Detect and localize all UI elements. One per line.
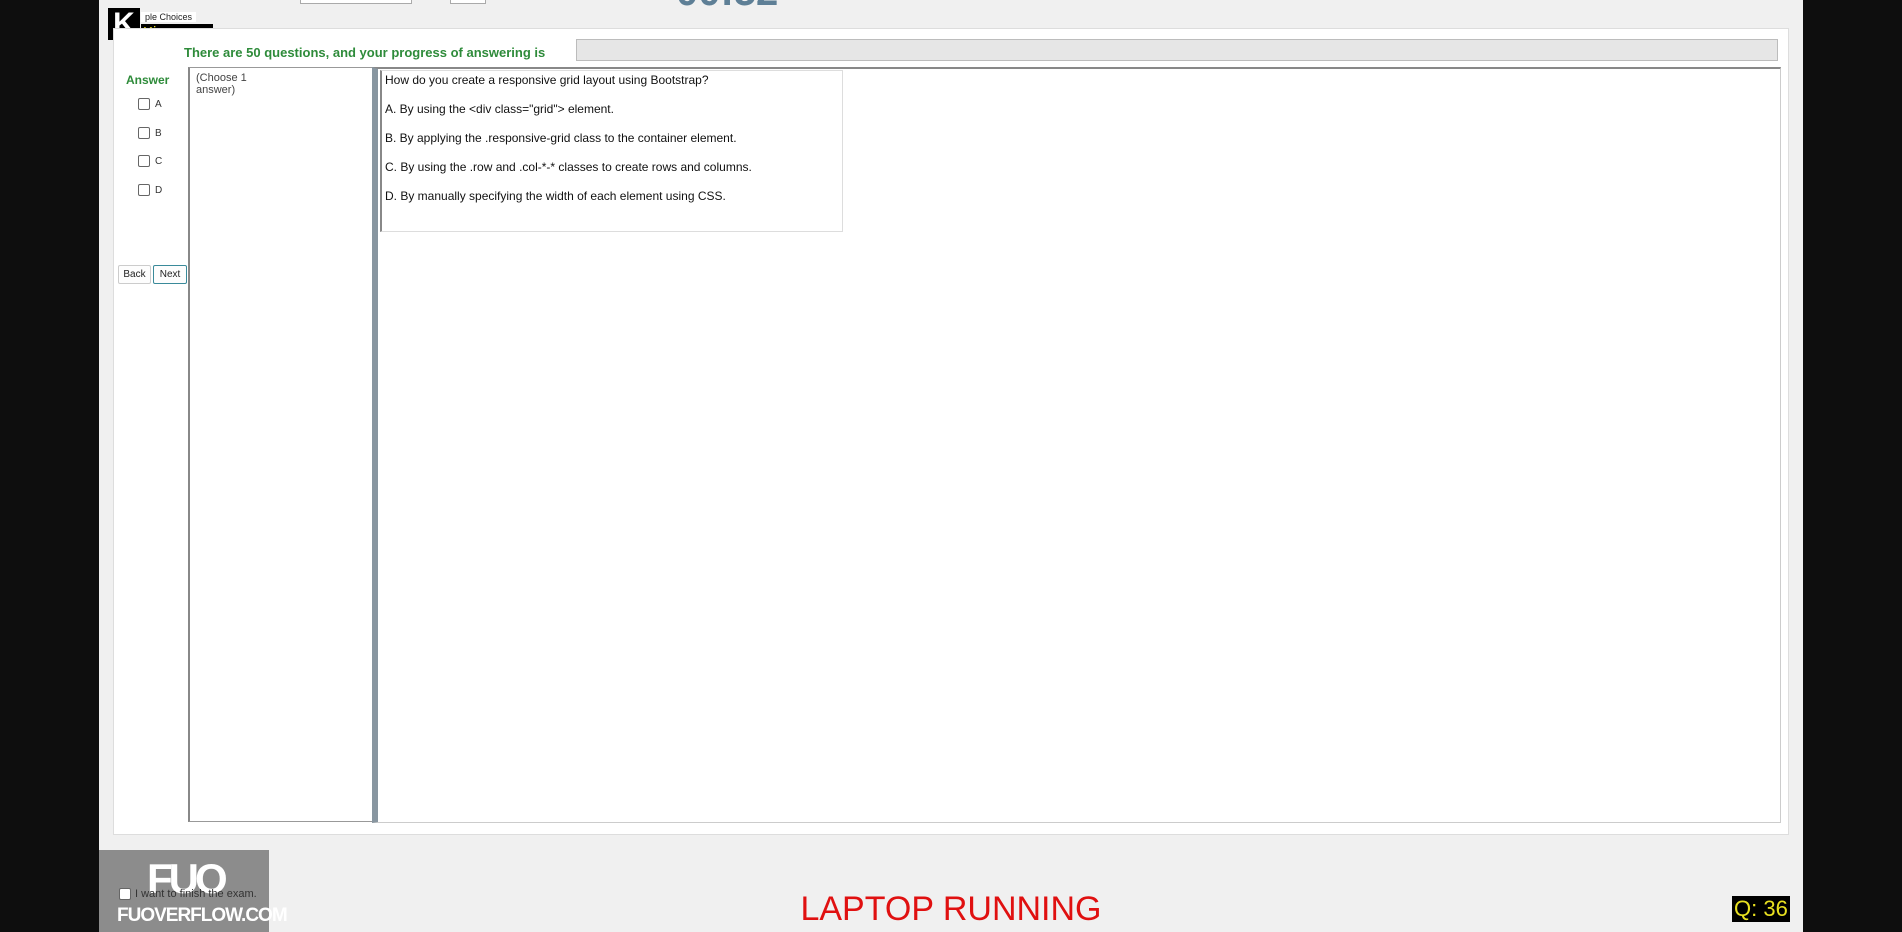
- choose-hint: (Choose 1 answer): [196, 72, 247, 96]
- answer-option-a[interactable]: A: [138, 98, 162, 110]
- question-text: How do you create a responsive grid layo…: [385, 73, 709, 87]
- tab-multiple-choices[interactable]: ple Choices: [141, 12, 197, 22]
- back-button[interactable]: Back: [118, 265, 151, 284]
- choice-b: B. By applying the .responsive-grid clas…: [385, 131, 737, 145]
- dropdown-2[interactable]: [450, 0, 486, 4]
- checkbox[interactable]: [138, 98, 150, 110]
- choice-a: A. By using the <div class="grid"> eleme…: [385, 102, 614, 116]
- status-text: LAPTOP RUNNING: [800, 890, 1102, 928]
- option-label: C: [155, 155, 163, 167]
- choice-c: C. By using the .row and .col-*-* classe…: [385, 160, 752, 174]
- choose-hint-box: (Choose 1 answer): [188, 67, 374, 822]
- option-label: A: [155, 98, 162, 110]
- checkbox[interactable]: [138, 127, 150, 139]
- question-counter: Q: 36: [1732, 896, 1790, 922]
- dropdown-1[interactable]: [300, 0, 412, 4]
- option-label: B: [155, 127, 162, 139]
- option-label: D: [155, 184, 163, 196]
- answer-option-b[interactable]: B: [138, 127, 162, 139]
- checkbox[interactable]: [138, 184, 150, 196]
- checkbox[interactable]: [138, 155, 150, 167]
- question-panel: How do you create a responsive grid layo…: [372, 67, 1781, 823]
- answer-option-c[interactable]: C: [138, 155, 162, 167]
- progress-text: There are 50 questions, and your progres…: [184, 45, 546, 60]
- next-button[interactable]: Next: [153, 265, 187, 284]
- answer-label: Answer: [126, 73, 170, 87]
- progress-bar: [576, 39, 1778, 61]
- choice-d: D. By manually specifying the width of e…: [385, 189, 726, 203]
- timer: 00:52: [676, 0, 778, 15]
- question-box: How do you create a responsive grid layo…: [380, 70, 843, 232]
- answer-option-d[interactable]: D: [138, 184, 162, 196]
